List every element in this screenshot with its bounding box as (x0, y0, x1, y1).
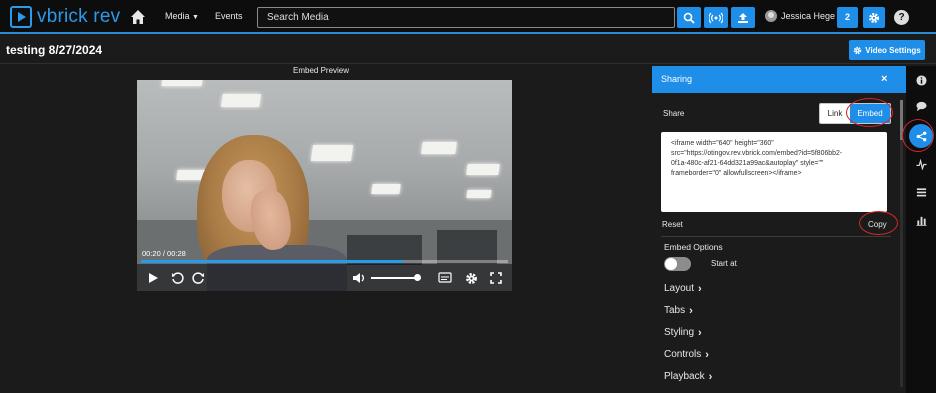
chevron-right-icon: › (708, 370, 713, 383)
video-progress-fill (141, 260, 404, 263)
close-icon[interactable]: × (881, 73, 887, 85)
option-controls[interactable]: Controls › (664, 349, 709, 360)
page-title: testing 8/27/2024 (6, 43, 103, 57)
pulse-icon[interactable] (913, 156, 929, 172)
broadcast-icon (709, 12, 723, 23)
start-at-toggle[interactable] (664, 257, 691, 271)
embed-preview-label: Embed Preview (293, 66, 350, 75)
title-bar: testing 8/27/2024 Video Settings (0, 36, 936, 64)
embed-code-textarea[interactable]: <iframe width="640" height="360" src="ht… (661, 132, 887, 212)
gear-icon[interactable] (463, 270, 479, 286)
fullscreen-icon[interactable] (488, 270, 504, 286)
option-label: Controls (664, 349, 702, 360)
chevron-right-icon: › (698, 326, 702, 339)
option-styling[interactable]: Styling › (664, 327, 702, 338)
annotation-circle-embed (846, 98, 893, 127)
option-layout[interactable]: Layout › (664, 283, 702, 294)
upload-icon (738, 12, 748, 23)
chevron-right-icon: › (705, 348, 709, 361)
chevron-right-icon: › (689, 304, 693, 317)
play-icon[interactable] (145, 270, 161, 286)
search-icon (683, 12, 695, 24)
help-icon[interactable]: ? (894, 10, 909, 25)
option-label: Styling (664, 327, 695, 338)
share-label: Share (663, 109, 685, 118)
option-playback[interactable]: Playback › (664, 371, 712, 382)
logo-text: vbrick rev (37, 6, 121, 27)
vbrick-logo[interactable]: vbrick rev (10, 5, 120, 29)
right-icon-rail (906, 66, 936, 393)
option-tabs[interactable]: Tabs › (664, 305, 693, 316)
volume-icon[interactable] (351, 270, 367, 286)
search-input[interactable]: Search Media (257, 7, 675, 28)
upload-button[interactable] (731, 7, 755, 28)
nav-events-link[interactable]: Events (215, 11, 243, 21)
chevron-right-icon: › (698, 282, 702, 295)
video-player[interactable]: 00:20 / 00:28 (137, 80, 512, 291)
fast-forward-icon[interactable] (190, 270, 206, 286)
comment-icon[interactable] (913, 98, 929, 114)
sharing-panel-title: Sharing (661, 74, 693, 84)
video-settings-button[interactable]: Video Settings (849, 40, 925, 60)
player-controls (137, 264, 512, 291)
info-icon[interactable] (913, 72, 929, 88)
sharing-panel-header: Sharing × (652, 66, 906, 93)
bar-chart-icon[interactable] (913, 212, 929, 228)
search-button[interactable] (677, 7, 701, 28)
captions-icon[interactable] (437, 270, 453, 286)
user-name: Jessica Hege (781, 11, 836, 21)
video-progress-bar[interactable] (141, 260, 508, 263)
gear-icon (869, 12, 879, 23)
broadcast-button[interactable] (704, 7, 728, 28)
nav-media-label: Media (165, 11, 190, 21)
home-icon[interactable] (130, 9, 146, 25)
list-icon[interactable] (913, 184, 929, 200)
video-settings-label: Video Settings (865, 45, 921, 55)
video-frame (137, 80, 512, 230)
user-menu[interactable]: Jessica Hege (765, 10, 835, 22)
nav-media-dropdown[interactable]: Media ▼ (165, 11, 199, 21)
rewind-icon[interactable] (170, 270, 186, 286)
volume-slider[interactable] (371, 277, 419, 279)
volume-knob[interactable] (413, 274, 421, 281)
embed-options-label: Embed Options (664, 242, 723, 252)
video-time: 00:20 / 00:28 (142, 249, 186, 258)
start-at-label: Start at (711, 259, 737, 268)
annotation-circle-share (902, 119, 934, 152)
option-label: Tabs (664, 305, 686, 316)
search-placeholder: Search Media (267, 12, 329, 23)
panel-scrollbar[interactable] (900, 100, 903, 387)
gear-icon (854, 46, 862, 54)
top-navigation-bar: vbrick rev Media ▼ Events Search Media J… (0, 0, 936, 34)
option-label: Layout (664, 283, 695, 294)
avatar (765, 10, 777, 22)
notifications-button[interactable]: 2 (837, 7, 858, 28)
option-label: Playback (664, 371, 705, 382)
settings-button[interactable] (863, 7, 885, 28)
reset-button[interactable]: Reset (662, 220, 683, 229)
divider (661, 236, 891, 237)
annotation-circle-copy (859, 211, 898, 235)
vbrick-logo-icon (10, 6, 32, 28)
caret-down-icon: ▼ (192, 14, 199, 21)
